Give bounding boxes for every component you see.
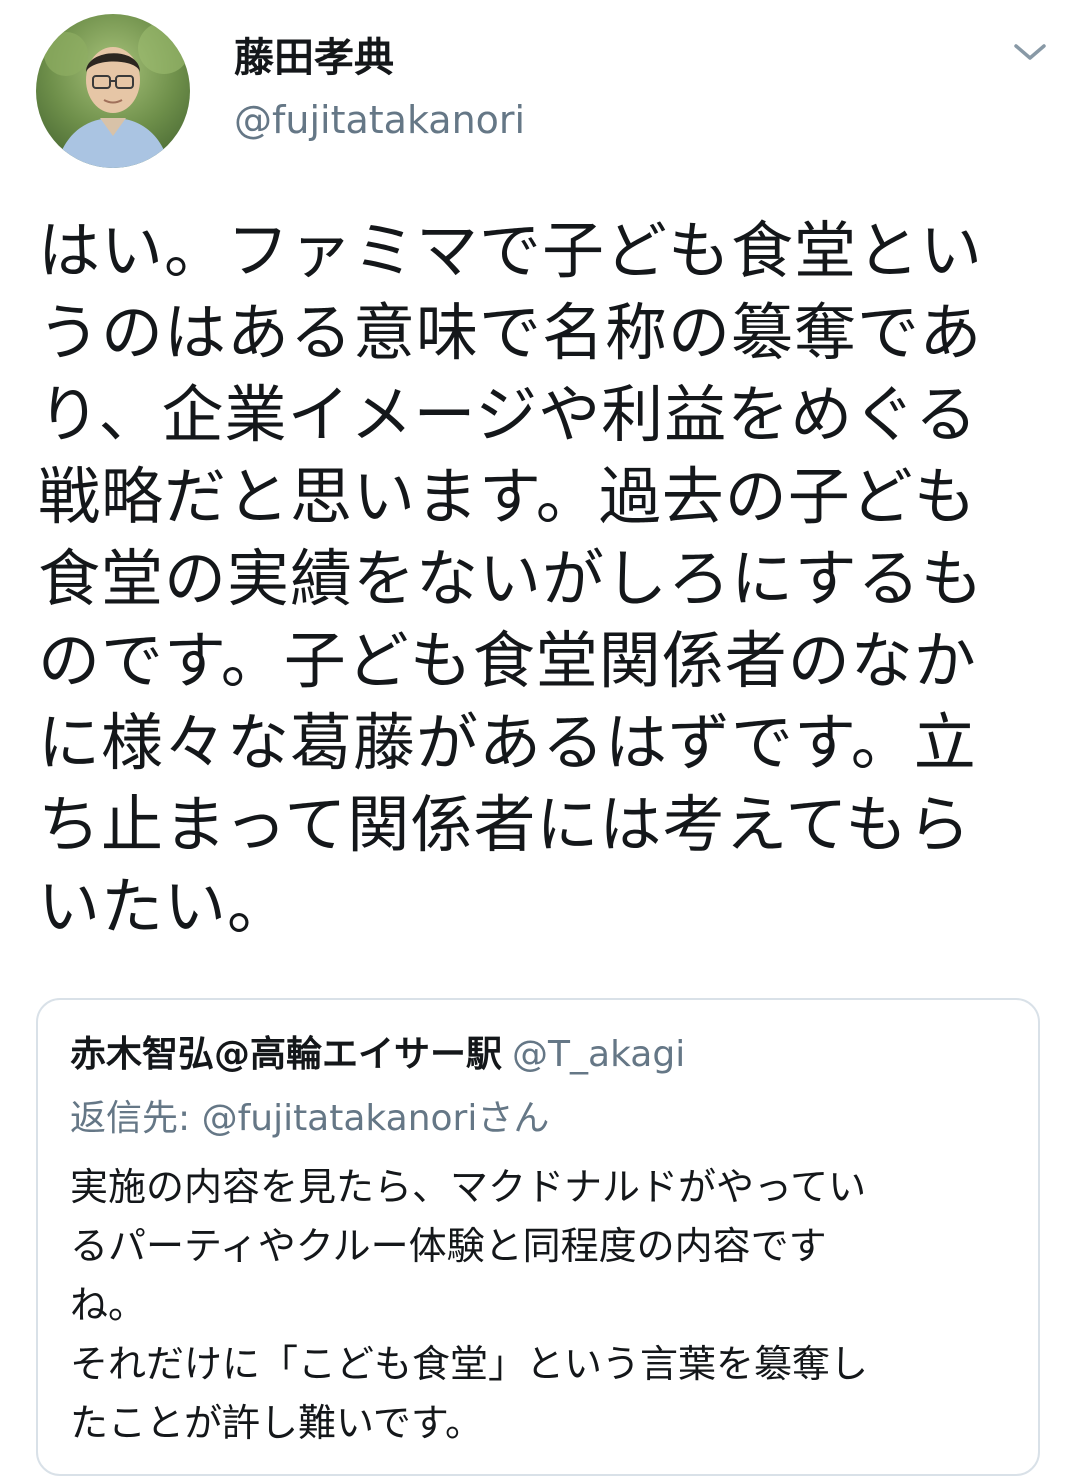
tweet-text-line: いたい。 (38, 870, 291, 943)
tweet-text-line: に様々な葛藤があるはずです。立 (38, 706, 977, 779)
chevron-down-icon (1014, 44, 1046, 60)
author-avatar[interactable] (36, 14, 190, 168)
quoted-tweet-text: 実施の内容を見たら、マクドナルドがやってい るパーティやクルー体験と同程度の内容… (70, 1158, 1020, 1453)
quoted-text-line: たことが許し難いです。 (70, 1401, 484, 1445)
tweet-text-line: はい。ファミマで子ども食堂とい (38, 214, 984, 287)
tweet-text-line: ち止まって関係者には考えてもら (38, 788, 972, 861)
quoted-text-line: ね。 (70, 1283, 147, 1327)
user-avatar-photo-icon (36, 14, 190, 168)
quoted-text-line: 実施の内容を見たら、マクドナルドがやってい (70, 1165, 867, 1209)
quoted-text-line: それだけに「こども食堂」という言葉を簒奪し (70, 1342, 869, 1386)
tweet-text-line: うのはある意味で名称の簒奪であ (38, 296, 983, 369)
tweet-text-line: のです。子ども食堂関係者のなか (38, 624, 977, 697)
tweet-text: はい。ファミマで子ども食堂とい うのはある意味で名称の簒奪であ り、企業イメージ… (38, 210, 1048, 948)
quoted-tweet-header: 赤木智弘@高輪エイサー駅 @T_akagi (70, 1030, 685, 1080)
tweet-text-line: り、企業イメージや利益をめぐる (38, 378, 979, 451)
author-display-name[interactable]: 藤田孝典 (234, 30, 394, 86)
tweet-text-line: 食堂の実績をないがしろにするも (38, 542, 984, 615)
tweet-text-line: 戦略だと思います。過去の子ども (38, 460, 977, 533)
quoted-tweet-card[interactable]: 赤木智弘@高輪エイサー駅 @T_akagi 返信先: @fujitatakanor… (36, 998, 1040, 1476)
tweet: 藤田孝典 @fujitatakanori はい。ファミマで子ども食堂とい うのは… (0, 0, 1080, 1484)
tweet-menu-button[interactable] (1008, 30, 1052, 74)
quoted-reply-to: 返信先: @fujitatakanoriさん (70, 1098, 550, 1139)
quoted-text-line: るパーティやクルー体験と同程度の内容です (70, 1224, 827, 1268)
author-handle[interactable]: @fujitatakanori (234, 94, 525, 146)
quoted-author-display-name: 赤木智弘@高輪エイサー駅 (70, 1034, 503, 1075)
quoted-author-handle: @T_akagi (512, 1034, 686, 1075)
